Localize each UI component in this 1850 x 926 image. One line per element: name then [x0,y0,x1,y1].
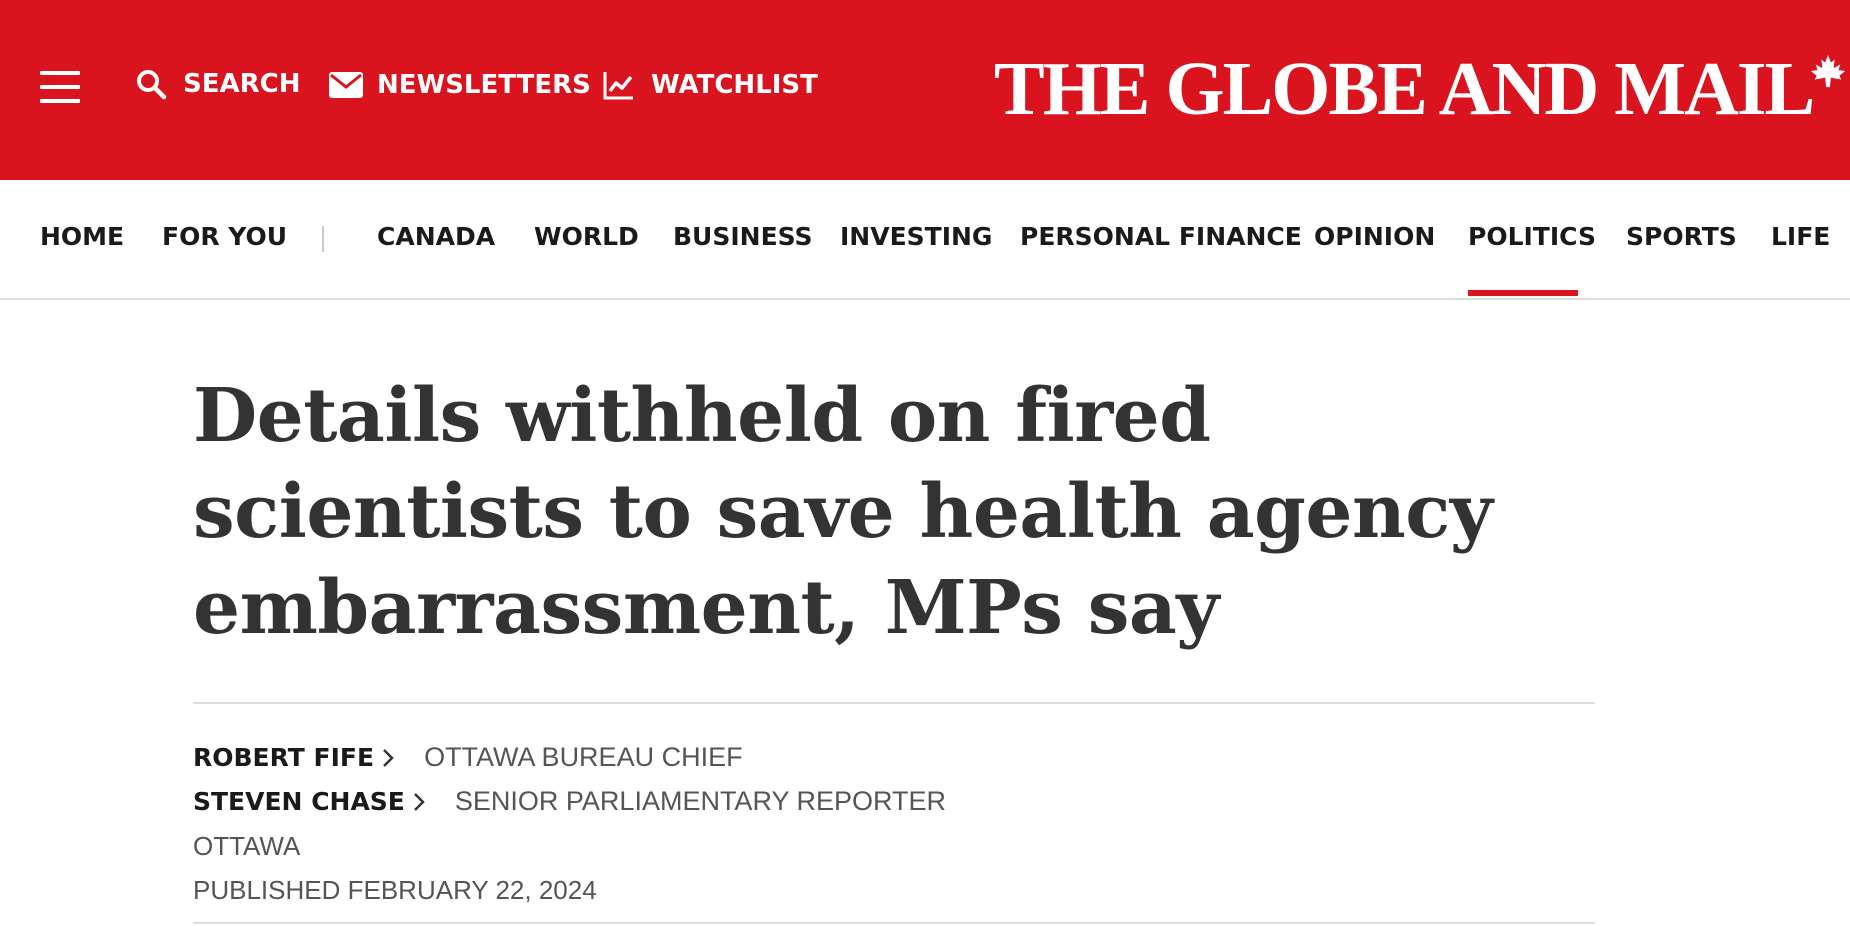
watchlist-label: WATCHLIST [651,70,818,100]
nav-item-personal-finance[interactable]: PERSONAL FINANCE [1020,222,1302,251]
nav-item-investing[interactable]: INVESTING [840,222,992,251]
nav-item-world[interactable]: WORLD [534,222,639,251]
maple-leaf-icon [1811,54,1846,88]
logo-text: THE GLOBE AND MAIL [994,47,1815,131]
watchlist-button[interactable]: WATCHLIST [603,70,818,100]
search-label: SEARCH [183,69,301,99]
search-button[interactable]: SEARCH [135,68,300,100]
section-nav: HOME FOR YOU CANADA WORLD BUSINESS INVES… [0,180,1850,300]
author-link[interactable]: STEVEN CHASE [193,787,425,816]
author-name: STEVEN CHASE [193,787,405,816]
author-name: ROBERT FIFE [193,743,375,772]
nav-item-opinion[interactable]: OPINION [1314,222,1435,251]
nav-item-sports[interactable]: SPORTS [1626,222,1737,251]
search-icon [137,70,167,100]
nav-item-politics[interactable]: POLITICS [1468,222,1596,251]
hamburger-menu-icon[interactable] [40,69,80,105]
nav-item-home[interactable]: HOME [40,222,124,251]
nav-active-indicator [1468,290,1578,296]
author-link[interactable]: ROBERT FIFE [193,743,394,772]
nav-item-business[interactable]: BUSINESS [673,222,813,251]
article-headline: Details withheld on fired scientists to … [193,373,1493,651]
byline-author-1: ROBERT FIFE OTTAWA BUREAU CHIEF [193,742,743,773]
newsletters-label: NEWSLETTERS [377,70,591,100]
byline-divider [193,922,1595,924]
byline-author-2: STEVEN CHASE SENIOR PARLIAMENTARY REPORT… [193,786,946,817]
author-role: OTTAWA BUREAU CHIEF [424,742,743,772]
site-logo[interactable]: THE GLOBE AND MAIL [994,46,1847,131]
author-role: SENIOR PARLIAMENTARY REPORTER [454,786,947,816]
chart-line-icon [603,72,633,100]
envelope-icon [329,72,363,98]
nav-item-life[interactable]: LIFE [1771,222,1830,251]
headline-divider [193,702,1595,704]
nav-item-canada[interactable]: CANADA [377,222,495,251]
nav-item-for-you[interactable]: FOR YOU [162,222,287,251]
dateline-location: OTTAWA [193,831,301,861]
chevron-right-icon [414,792,425,811]
newsletters-button[interactable]: NEWSLETTERS [329,70,591,100]
chevron-right-icon [383,748,394,767]
top-bar: SEARCH NEWSLETTERS WATCHLIST THE GLOBE A… [0,0,1850,180]
published-date: PUBLISHED FEBRUARY 22, 2024 [193,875,597,905]
nav-divider [322,226,324,252]
